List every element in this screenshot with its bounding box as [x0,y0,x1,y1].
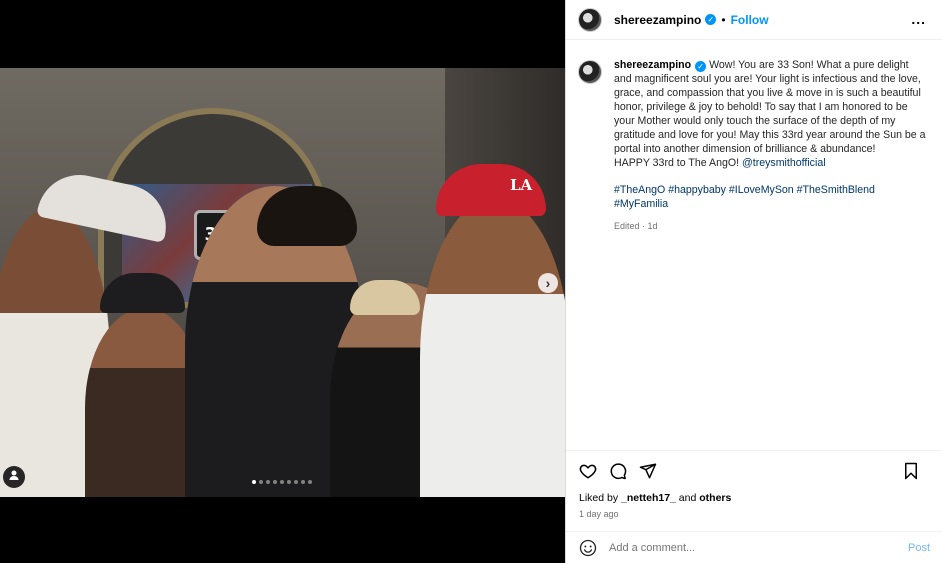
photo-hair-blonde [350,280,420,315]
likes-summary: Liked by _netteh17_ and others [566,492,942,504]
carousel-dot [280,480,284,484]
post-side-panel: shereezampino ✓ • Follow ... shereezampi… [565,0,942,563]
emoji-smiley-icon[interactable] [579,539,597,557]
action-bar [566,451,942,491]
caption-text: Wow! You are 33 Son! What a pure delight… [614,59,926,155]
carousel-dot [301,480,305,484]
caption-username[interactable]: shereezampino [614,59,691,71]
carousel-dot [273,480,277,484]
caption-hashtags: #TheAngO #happybaby #ILoveMySon #TheSmit… [614,183,926,211]
share-paper-plane-icon[interactable] [638,461,658,481]
likes-and: and [675,492,700,504]
post-comment-button[interactable]: Post [908,542,930,554]
like-heart-icon[interactable] [578,461,598,481]
carousel-dots [252,480,312,484]
hashtag-link[interactable]: #TheAngO [614,184,665,196]
hashtag-link[interactable]: #MyFamilia [614,198,668,210]
caption-happy-line: HAPPY 33rd to The AngO! [614,157,742,169]
photo-person-5 [420,198,565,497]
avatar[interactable] [578,7,602,32]
tagged-users-icon[interactable] [3,466,25,488]
comment-input[interactable] [609,541,908,554]
carousel-dot [266,480,270,484]
post-actions-area: Liked by _netteh17_ and others 1 day ago [566,450,942,519]
post-timestamp[interactable]: 1 day ago [566,509,942,519]
photo-hair [257,186,357,246]
verified-badge-icon: ✓ [705,14,717,25]
likes-prefix: Liked by [579,492,622,504]
carousel-dot [259,480,263,484]
hashtag-link[interactable]: #ILoveMySon [729,184,794,196]
comment-bar: Post [566,531,942,563]
comment-bubble-icon[interactable] [608,461,628,481]
caption-mention-link[interactable]: @treysmithofficial [742,157,826,169]
post-photo[interactable]: 33 LA [0,68,565,497]
carousel-next-button[interactable]: › [538,273,558,293]
header-username[interactable]: shereezampino [614,13,701,27]
post-header: shereezampino ✓ • Follow ... [566,0,942,40]
verified-badge-icon: ✓ [695,61,707,72]
carousel-dot [294,480,298,484]
liked-by-others-link[interactable]: others [699,492,731,504]
caption-body: shereezampino ✓ Wow! You are 33 Son! What… [614,58,926,233]
caption-avatar[interactable] [578,60,602,84]
carousel-dot [252,480,256,484]
hashtag-link[interactable]: #TheSmithBlend [797,184,875,196]
post-caption: shereezampino ✓ Wow! You are 33 Son! What… [578,58,930,233]
save-bookmark-icon[interactable] [901,461,921,481]
caption-edited-timestamp: Edited · 1d [614,221,658,231]
follow-button[interactable]: Follow [731,13,769,27]
more-options-icon[interactable]: ... [911,11,926,27]
carousel-dot [287,480,291,484]
post-media: 33 LA › [0,0,565,563]
header-separator: • [721,12,726,27]
cap-logo: LA [510,176,533,194]
hashtag-link[interactable]: #happybaby [668,184,726,196]
carousel-dot [308,480,312,484]
liked-by-user-link[interactable]: _netteh17_ [621,492,676,504]
instagram-post: 33 LA › shereezampino ✓ • Follow [0,0,942,563]
